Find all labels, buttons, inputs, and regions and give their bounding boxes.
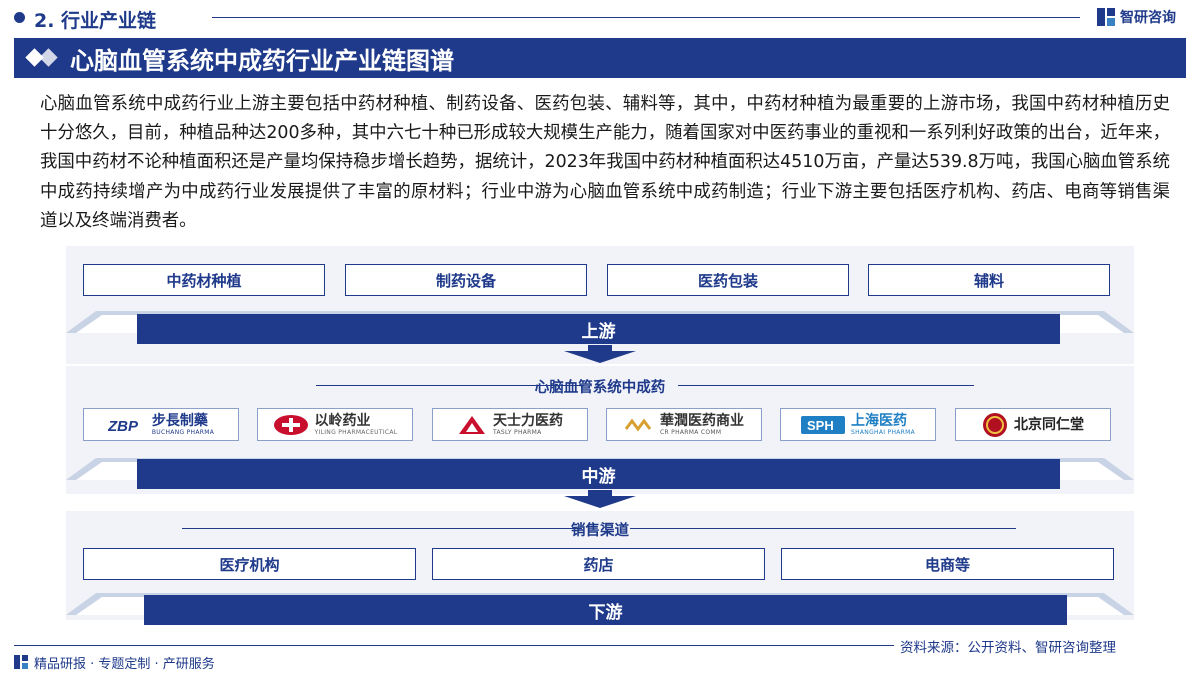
midstream-stage-bar: 中游 xyxy=(137,459,1060,489)
brand-logo-icon xyxy=(1097,8,1115,26)
company-name: 以岭药业 xyxy=(314,412,371,429)
source-note: 资料来源：公开资料、智研咨询整理 xyxy=(900,640,1116,656)
intro-paragraph: 心脑血管系统中成药行业上游主要包括中药材种植、制药设备、医药包装、辅料等，其中，… xyxy=(40,94,1170,231)
downstream-title: 销售渠道 xyxy=(571,523,629,539)
midstream-heading: 心脑血管系统中成药 xyxy=(66,373,1134,399)
company-name: 上海医药 xyxy=(850,412,907,429)
yiling-logo-icon xyxy=(273,414,308,435)
page-title: 心脑血管系统中成药行业产业链图谱 xyxy=(70,46,454,75)
company-card-cr-pharma: 華潤医药商业 CR PHARMA COMM xyxy=(606,408,762,441)
downstream-stage-bar: 下游 xyxy=(144,595,1067,625)
footer-tagline: 精品研报 · 专题定制 · 产研服务 xyxy=(34,656,215,672)
svg-text:ZBP: ZBP xyxy=(108,418,139,435)
company-sub: YILING PHARMACEUTICAL xyxy=(314,428,398,436)
company-name: 天士力医药 xyxy=(493,412,563,429)
bullet-dot-icon xyxy=(14,12,25,23)
company-sub: TASLY PHARMA xyxy=(493,428,542,436)
footer: 精品研报 · 专题定制 · 产研服务 xyxy=(14,653,215,672)
company-card-buchang: ZBP 步長制藥 BUCHANG PHARMA xyxy=(83,408,239,441)
svg-text:SPH: SPH xyxy=(807,418,834,433)
downstream-heading: 销售渠道 xyxy=(66,517,1134,541)
tongrentang-logo-icon xyxy=(983,412,1007,437)
company-sub: BUCHANG PHARMA xyxy=(151,428,215,436)
tasly-logo-icon xyxy=(459,415,485,434)
downstream-item-pharmacies: 药店 xyxy=(432,548,765,580)
upstream-item-excipients: 辅料 xyxy=(868,264,1110,296)
down-arrow-icon xyxy=(564,490,636,508)
company-name: 步長制藥 xyxy=(151,412,208,429)
zbp-logo-icon: ZBP xyxy=(108,418,139,435)
section-header: 2. 行业产业链 智研咨询 xyxy=(0,0,1200,34)
upstream-item-herb-planting: 中药材种植 xyxy=(83,264,325,296)
company-name: 北京同仁堂 xyxy=(1014,416,1084,433)
brand-name: 智研咨询 xyxy=(1120,10,1176,26)
double-diamond-icon xyxy=(25,48,60,68)
downstream-item-medical-institutions: 医疗机构 xyxy=(83,548,416,580)
source-divider xyxy=(14,645,894,646)
title-bar: 心脑血管系统中成药行业产业链图谱 xyxy=(14,38,1186,78)
brand-logo-icon xyxy=(14,655,28,669)
section-title: 2. 行业产业链 xyxy=(34,10,157,32)
upstream-item-pharma-packaging: 医药包装 xyxy=(607,264,849,296)
midstream-title: 心脑血管系统中成药 xyxy=(534,380,666,396)
company-card-yiling: 以岭药业 YILING PHARMACEUTICAL xyxy=(257,408,413,441)
down-arrow-icon xyxy=(564,345,636,363)
header-divider xyxy=(212,17,1080,18)
brand-logo: 智研咨询 xyxy=(1097,6,1176,28)
company-card-tongrentang: 北京同仁堂 xyxy=(955,408,1111,441)
cr-logo-icon xyxy=(624,418,652,431)
sph-logo-icon: SPH xyxy=(800,415,845,434)
company-sub: SHANGHAI PHARMA xyxy=(850,428,916,436)
downstream-item-ecommerce: 电商等 xyxy=(781,548,1114,580)
upstream-item-pharma-equipment: 制药设备 xyxy=(345,264,587,296)
company-card-tasly: 天士力医药 TASLY PHARMA xyxy=(432,408,588,441)
company-card-sph: SPH 上海医药 SHANGHAI PHARMA xyxy=(780,408,936,441)
upstream-stage-bar: 上游 xyxy=(137,314,1060,344)
company-sub: CR PHARMA COMM xyxy=(660,428,722,436)
company-name: 華潤医药商业 xyxy=(660,412,744,429)
